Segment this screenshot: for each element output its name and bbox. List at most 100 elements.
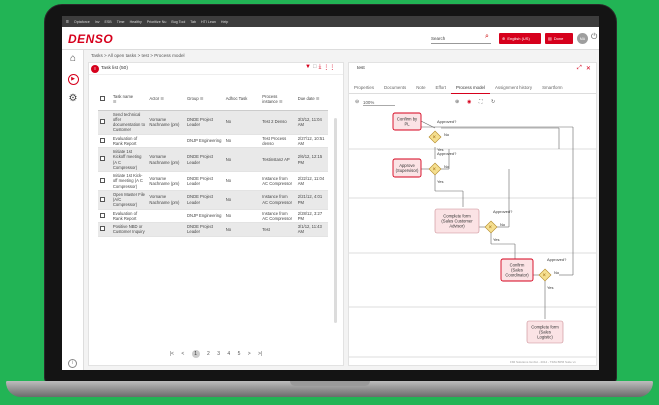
tab-documents[interactable]: Documents xyxy=(379,85,411,94)
process-node[interactable]: Confirm byPL xyxy=(392,112,422,131)
menu-item[interactable]: HTI Lean xyxy=(201,20,216,24)
row-checkbox[interactable] xyxy=(100,137,105,143)
home-icon[interactable]: ⌂ xyxy=(62,53,84,64)
avatar[interactable]: MA xyxy=(577,33,588,44)
tab-assignment-history[interactable]: Assignment history xyxy=(490,85,537,94)
gateway-x-icon: × xyxy=(433,135,437,141)
page-button[interactable]: 4 xyxy=(227,351,230,357)
table-cell-group: DNDE Project Leader xyxy=(185,147,224,172)
info-icon[interactable]: i xyxy=(68,359,77,368)
process-node[interactable]: Complete form(Sales CustomerAdvisor) xyxy=(434,208,480,234)
table-row[interactable]: Positive NBD or Customer Inquiry DNDE Pro… xyxy=(98,222,328,237)
row-checkbox[interactable] xyxy=(100,226,105,232)
gateway[interactable]: ×Approved?NoYes xyxy=(428,151,457,184)
refresh-icon[interactable]: ↻ xyxy=(491,99,495,105)
menu-item[interactable]: Time xyxy=(117,20,125,24)
tab-properties[interactable]: Properties xyxy=(349,85,379,94)
process-node[interactable]: Approve(Supervisor) xyxy=(392,158,422,178)
tab-effort[interactable]: Effort xyxy=(431,85,451,94)
search-input[interactable]: Search xyxy=(431,34,491,44)
screen: ≡ Optaforce Inv ESB Time Healthy Prioritize N… xyxy=(62,16,599,370)
expand-icon[interactable]: ⤢ xyxy=(577,65,582,72)
sidebar-item-tasks[interactable]: ▶ xyxy=(62,72,84,88)
select-icon[interactable]: □ xyxy=(313,64,317,71)
next-page-button[interactable]: > xyxy=(248,351,251,357)
table-cell-group: DNDE Project Leader xyxy=(185,190,224,210)
close-icon[interactable]: ✕ xyxy=(586,65,591,72)
row-checkbox[interactable] xyxy=(100,196,105,202)
gear-icon[interactable]: ⚙ xyxy=(62,93,84,104)
row-checkbox[interactable] xyxy=(100,212,105,218)
first-page-button[interactable]: |< xyxy=(170,351,174,357)
process-node-label: PL xyxy=(404,122,410,127)
select-all-checkbox[interactable] xyxy=(100,95,105,101)
gateway[interactable]: ×Approved?NoYes xyxy=(538,257,567,290)
page-button[interactable]: 3 xyxy=(217,351,220,357)
table-cell-instance: Test xyxy=(260,222,296,237)
row-checkbox-cell xyxy=(98,110,111,135)
prev-page-button[interactable]: < xyxy=(181,351,184,357)
menu-item[interactable]: Bug Tool xyxy=(171,20,185,24)
row-checkbox[interactable] xyxy=(100,118,105,124)
menu-item[interactable]: Optaforce xyxy=(74,20,90,24)
menu-item[interactable]: Help xyxy=(221,20,228,24)
column-header[interactable]: Due date ☰ xyxy=(295,88,328,111)
table-cell-group: DNJP Engineering xyxy=(185,209,224,223)
scrollbar[interactable] xyxy=(334,118,337,323)
menu-item[interactable]: Inv xyxy=(95,20,100,24)
zoom-out-icon[interactable]: ⊖ xyxy=(355,99,359,105)
tab-note[interactable]: Note xyxy=(411,85,430,94)
zoom-in-icon[interactable]: ⊕ xyxy=(455,99,459,105)
breadcrumb[interactable]: Tasks > All open tasks > test > Process … xyxy=(91,53,185,58)
table-row[interactable]: Initiate 1st Kick-off meeting (A C Compr… xyxy=(98,171,328,191)
table-row[interactable]: Initiate 1st Kickoff meeting (A C Compre… xyxy=(98,147,328,172)
search-icon[interactable]: ⌕ xyxy=(485,33,489,41)
grid-icon[interactable]: ⋮⋮ xyxy=(323,64,335,71)
table-row[interactable]: Send technical offer documentation to Cu… xyxy=(98,110,328,135)
process-node[interactable]: Complete form(SalesLogistic) xyxy=(526,320,564,344)
menu-item[interactable]: Healthy xyxy=(130,20,142,24)
menu-item[interactable]: ESB xyxy=(105,20,112,24)
column-header[interactable]: Group ☰ xyxy=(185,88,224,111)
task-list-header: ≡ Task list (50) ▼ □ ⤓ ⋮⋮ xyxy=(89,63,343,75)
tab-process-model[interactable]: Process model xyxy=(450,85,490,94)
column-header[interactable]: Actor ☰ xyxy=(147,88,186,111)
table-cell-adhoc: No xyxy=(223,190,261,210)
page-button[interactable]: 5 xyxy=(238,351,241,357)
power-icon[interactable]: ⏻ xyxy=(591,32,597,42)
gateway-label: Approved? xyxy=(437,119,457,124)
table-row[interactable]: Evaluation of Rank Report DNJP Engineerin… xyxy=(98,134,328,148)
gateway[interactable]: ×Approved?NoYes xyxy=(428,119,457,152)
no-label: No xyxy=(444,164,450,169)
table-cell-due: 3/3/12, 11:04 AM xyxy=(295,110,328,135)
hamburger-icon[interactable]: ≡ xyxy=(66,19,69,25)
row-checkbox[interactable] xyxy=(100,156,105,162)
table-row[interactable]: Evaluation of Rank Report DNJP Engineerin… xyxy=(98,209,328,223)
row-checkbox[interactable] xyxy=(100,177,105,183)
pagination: |< < 1 2 3 4 5 > >| xyxy=(89,350,343,358)
row-checkbox-cell xyxy=(98,190,111,210)
page-button[interactable]: 2 xyxy=(207,351,210,357)
table-cell-instance: Testinstanz AP xyxy=(260,147,296,172)
table-row[interactable]: Open Master File (A/C Compressor) Vorname… xyxy=(98,190,328,210)
last-page-button[interactable]: >| xyxy=(258,351,262,357)
column-header[interactable]: Adhoc Task xyxy=(223,88,261,111)
process-node[interactable]: Confirm(SalesCoordinator) xyxy=(500,258,534,282)
table-cell-name: Initiate 1st Kickoff meeting (A C Compre… xyxy=(110,147,148,172)
tab-smartform[interactable]: Smartform xyxy=(537,85,568,94)
table-cell-name: Evaluation of Rank Report xyxy=(110,134,148,148)
table-cell-due: 2/21/12, 4:01 PM xyxy=(295,190,328,210)
menu-item[interactable]: Prioritize Nu xyxy=(147,20,167,24)
language-button[interactable]: ⊕ English (US) xyxy=(499,33,541,44)
download-icon[interactable]: ⤓ xyxy=(319,64,322,71)
table-cell-instance: Instance from AC Compressor xyxy=(260,171,296,191)
filter-icon[interactable]: ▼ xyxy=(305,64,311,71)
column-header[interactable]: Process instance ☰ xyxy=(260,88,296,111)
zoom-input[interactable]: 100% xyxy=(363,100,395,106)
page-button-current[interactable]: 1 xyxy=(191,350,200,358)
done-button[interactable]: ▤ Done xyxy=(545,33,573,44)
column-header[interactable]: Task name ☰ xyxy=(110,88,148,111)
fit-icon[interactable]: ⛶ xyxy=(479,99,483,105)
menu-item[interactable]: Tab xyxy=(190,20,196,24)
target-icon[interactable]: ◉ xyxy=(467,99,471,105)
